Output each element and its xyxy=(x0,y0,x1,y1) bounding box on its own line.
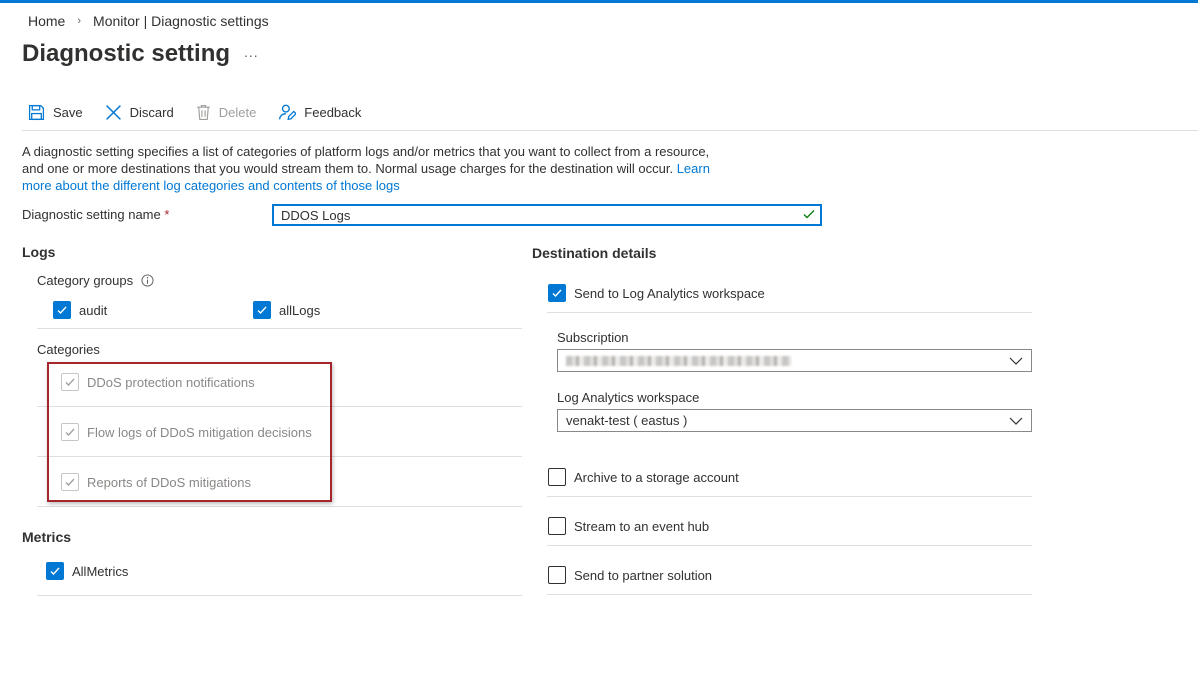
workspace-label: Log Analytics workspace xyxy=(557,390,700,405)
checkbox-unchecked-icon xyxy=(548,517,566,535)
checkbox-audit-label: audit xyxy=(79,302,108,318)
setting-name-input[interactable] xyxy=(274,206,774,224)
checkbox-allmetrics-label: AllMetrics xyxy=(72,563,129,579)
divider xyxy=(547,545,1032,546)
divider xyxy=(37,506,522,507)
checkbox-checked-icon xyxy=(46,562,64,580)
workspace-value: venakt-test ( eastus ) xyxy=(566,413,688,428)
divider xyxy=(37,595,522,596)
divider xyxy=(547,312,1032,313)
page-title: Diagnostic setting xyxy=(22,40,231,67)
workspace-dropdown[interactable]: venakt-test ( eastus ) xyxy=(557,409,1032,432)
checkbox-archive-storage-label: Archive to a storage account xyxy=(574,469,739,485)
breadcrumb: Home › Monitor | Diagnostic settings xyxy=(28,13,269,29)
breadcrumb-home[interactable]: Home xyxy=(28,13,65,29)
category-groups-label: Category groups xyxy=(37,273,154,288)
checkbox-event-hub-label: Stream to an event hub xyxy=(574,518,710,534)
logs-heading: Logs xyxy=(22,244,56,260)
checkbox-audit[interactable]: audit xyxy=(53,301,107,319)
metrics-heading: Metrics xyxy=(22,529,72,545)
highlight-annotation-box xyxy=(47,362,332,502)
delete-label: Delete xyxy=(218,104,257,120)
checkbox-checked-icon xyxy=(253,301,271,319)
feedback-label: Feedback xyxy=(304,104,362,120)
checkbox-unchecked-icon xyxy=(548,566,566,584)
top-accent-bar xyxy=(0,0,1198,3)
description-text: A diagnostic setting specifies a list of… xyxy=(22,144,710,176)
category-groups-label-text: Category groups xyxy=(37,273,134,288)
chevron-down-icon xyxy=(1009,357,1023,365)
discard-button[interactable]: Discard xyxy=(105,104,174,121)
discard-label: Discard xyxy=(129,104,174,120)
info-icon[interactable] xyxy=(141,274,154,287)
delete-button[interactable]: Delete xyxy=(196,104,257,121)
checkbox-partner-solution[interactable]: Send to partner solution xyxy=(548,566,712,584)
description: A diagnostic setting specifies a list of… xyxy=(22,143,722,194)
chevron-right-icon: › xyxy=(77,15,82,27)
checkbox-log-analytics-label: Send to Log Analytics workspace xyxy=(574,285,765,301)
checkbox-checked-icon xyxy=(53,301,71,319)
setting-name-field[interactable] xyxy=(272,204,822,226)
checkbox-unchecked-icon xyxy=(548,468,566,486)
toolbar: Save Discard Delete Feedback xyxy=(28,103,383,121)
chevron-down-icon xyxy=(1009,417,1023,425)
checkbox-event-hub[interactable]: Stream to an event hub xyxy=(548,517,709,535)
more-options-icon[interactable]: ... xyxy=(244,44,259,60)
feedback-icon xyxy=(279,104,297,121)
checkbox-log-analytics[interactable]: Send to Log Analytics workspace xyxy=(548,284,765,302)
redacted-subscription-value xyxy=(566,355,791,366)
close-icon xyxy=(105,104,121,120)
checkmark-icon xyxy=(803,210,815,219)
checkbox-allmetrics[interactable]: AllMetrics xyxy=(46,562,128,580)
checkbox-partner-solution-label: Send to partner solution xyxy=(574,567,713,583)
subscription-label: Subscription xyxy=(557,330,629,345)
subscription-dropdown[interactable] xyxy=(557,349,1032,372)
divider xyxy=(547,594,1032,595)
checkbox-archive-storage[interactable]: Archive to a storage account xyxy=(548,468,739,486)
destination-heading: Destination details xyxy=(532,245,657,261)
feedback-button[interactable]: Feedback xyxy=(278,103,361,121)
save-label: Save xyxy=(53,104,83,120)
breadcrumb-monitor[interactable]: Monitor | Diagnostic settings xyxy=(93,13,269,29)
save-icon xyxy=(28,104,45,120)
divider xyxy=(37,328,522,329)
toolbar-divider xyxy=(22,130,1198,131)
checkbox-alllogs[interactable]: allLogs xyxy=(253,301,320,319)
divider xyxy=(547,496,1032,497)
checkbox-alllogs-label: allLogs xyxy=(279,302,321,318)
required-asterisk: * xyxy=(164,207,170,222)
categories-label: Categories xyxy=(37,342,100,357)
setting-name-label-text: Diagnostic setting name xyxy=(22,207,161,222)
checkbox-checked-icon xyxy=(548,284,566,302)
save-button[interactable]: Save xyxy=(28,104,83,121)
setting-name-label: Diagnostic setting name * xyxy=(22,207,169,222)
trash-icon xyxy=(196,104,210,120)
